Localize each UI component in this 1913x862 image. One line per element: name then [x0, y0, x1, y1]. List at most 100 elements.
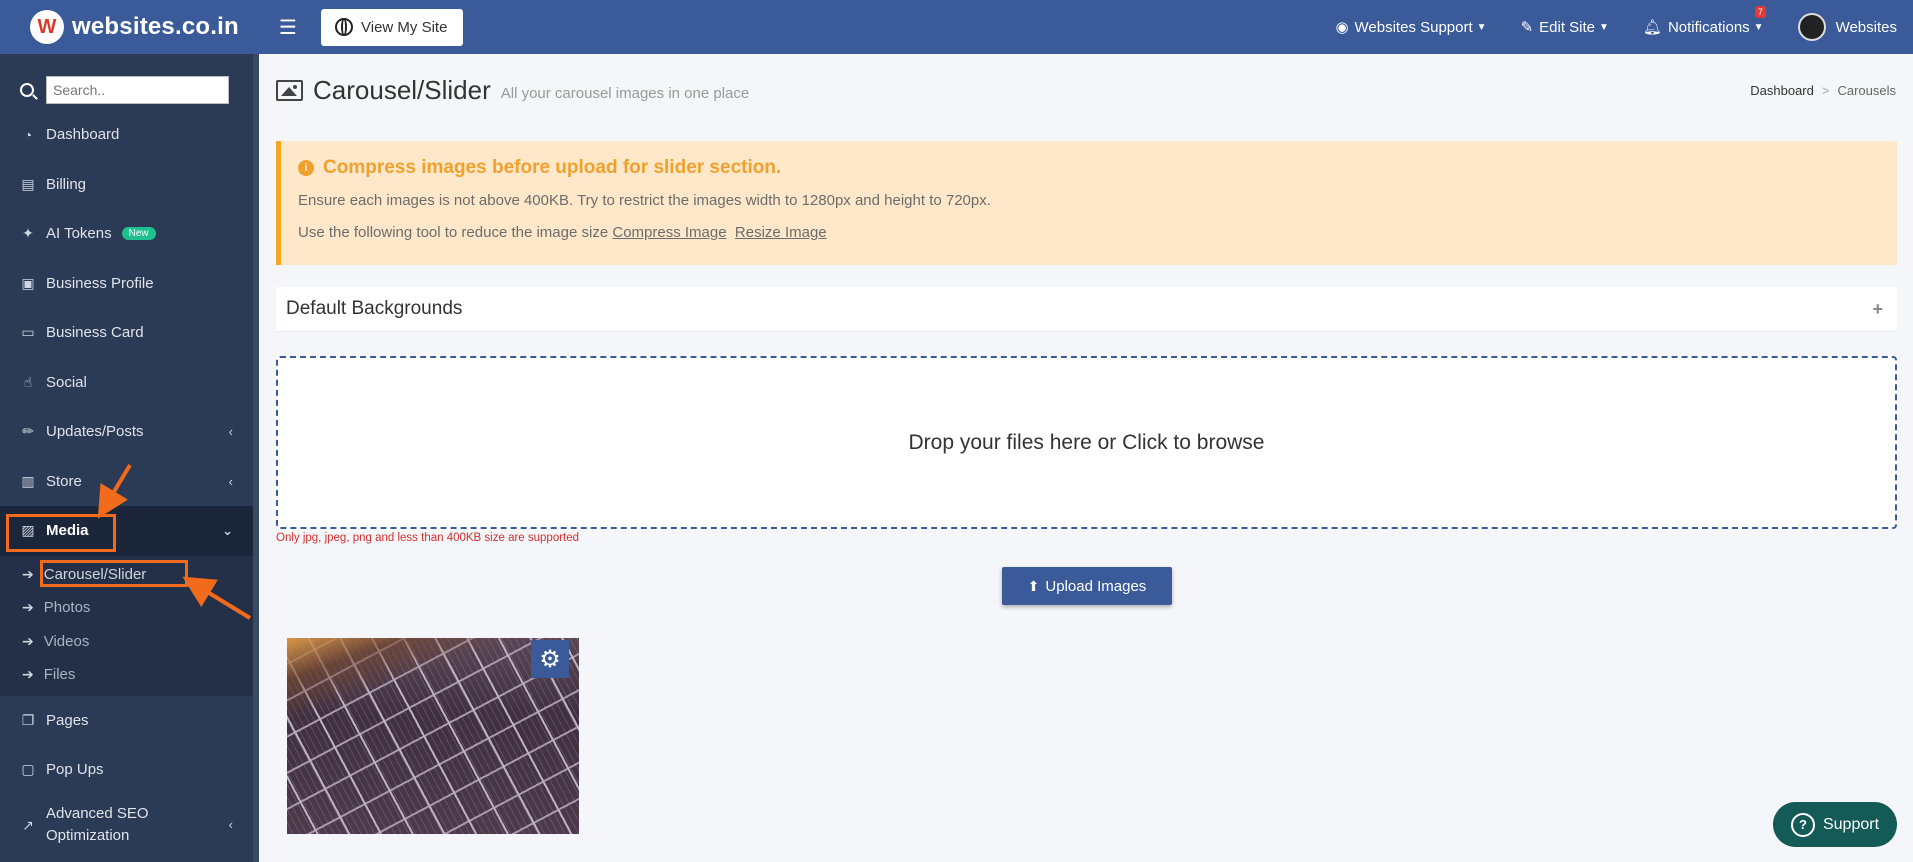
chevron-down-icon: ▼: [1599, 21, 1609, 33]
upload-icon: ⬆: [1027, 577, 1040, 594]
main-content: Carousel/Slider All your carousel images…: [259, 54, 1913, 862]
carousel-image-thumbnail[interactable]: ⚙: [287, 638, 579, 834]
alert-line-2-prefix: Use the following tool to reduce the ima…: [298, 224, 609, 241]
hamburger-menu-icon[interactable]: ☰: [273, 15, 303, 40]
support-label: Support: [1822, 815, 1880, 833]
view-my-site-button[interactable]: View My Site: [321, 8, 464, 46]
sidebar-search: [0, 54, 259, 110]
navbar-right: ◉ Websites Support ▼ ✎ Edit Site ▼ 🔔︎ No…: [1301, 0, 1913, 54]
pencil-icon: ✏: [22, 423, 34, 440]
sidebar-item-label: Pop Ups: [46, 761, 104, 779]
sidebar-item-label: Billing: [46, 175, 87, 193]
sidebar-item-label: Advanced SEO Optimization: [46, 804, 149, 844]
magic-wand-icon: ✦: [22, 225, 34, 242]
sidebar-subitem-files[interactable]: ➔ Files: [0, 658, 259, 692]
sidebar-subitem-videos[interactable]: ➔ Videos: [0, 625, 259, 659]
sidebar-item-billing[interactable]: ▤ Billing: [0, 160, 259, 210]
sidebar-subitem-label: Videos: [43, 632, 90, 650]
sidebar-item-business-card[interactable]: ▭ Business Card: [0, 308, 259, 358]
sidebar-subitem-label: Files: [43, 666, 76, 684]
sidebar: ◔ Dashboard ▤ Billing ✦ AI Tokens New ▣ Busin…: [0, 54, 259, 862]
sidebar-item-label: Social: [46, 373, 87, 391]
chevron-down-icon: ▼: [1753, 21, 1764, 33]
sidebar-item-label: Pages: [46, 711, 89, 729]
sidebar-item-store[interactable]: ▥ Store ‹: [0, 457, 259, 507]
trend-icon: ↗: [22, 816, 34, 833]
compress-warning-alert: i Compress images before upload for slid…: [276, 141, 1897, 265]
page-subtitle: All your carousel images in one place: [500, 84, 750, 102]
account-menu[interactable]: Websites: [1797, 13, 1897, 41]
file-dropzone[interactable]: Drop your files here or Click to browse: [276, 356, 1897, 529]
upload-images-label: Upload Images: [1045, 577, 1147, 595]
brand-logo: W: [30, 10, 64, 44]
chevron-left-icon: ‹: [228, 424, 233, 440]
upload-images-button[interactable]: ⬆ Upload Images: [1002, 567, 1172, 605]
new-badge: New: [121, 227, 156, 241]
sidebar-item-pages[interactable]: ❐ Pages: [0, 696, 259, 746]
sidebar-item-ai-tokens[interactable]: ✦ AI Tokens New: [0, 209, 259, 259]
edit-icon: ✎: [1520, 19, 1534, 36]
window-icon: ▢: [21, 761, 35, 778]
chevron-down-icon: ▼: [1476, 21, 1487, 33]
info-icon: i: [298, 160, 314, 176]
breadcrumb-current: Carousels: [1837, 82, 1896, 98]
media-highlight-box: [6, 514, 116, 552]
thumbs-up-icon: ☝: [23, 373, 33, 390]
account-label: Websites: [1835, 18, 1897, 36]
chevron-down-icon: ⌄: [222, 522, 233, 538]
alert-title: i Compress images before upload for slid…: [298, 157, 1897, 179]
search-icon: [20, 83, 34, 97]
breadcrumb-separator: >: [1821, 82, 1830, 98]
sidebar-subitem-label: Photos: [43, 599, 91, 617]
websites-support-menu[interactable]: ◉ Websites Support ▼: [1335, 18, 1487, 37]
user-circle-icon: ◉: [1335, 19, 1349, 36]
dashboard-icon: ◔: [23, 126, 33, 143]
alert-line-1: Ensure each images is not above 400KB. T…: [298, 192, 991, 209]
chevron-left-icon: ‹: [228, 816, 233, 832]
dropzone-note: Only jpg, jpeg, png and less than 400KB …: [276, 532, 580, 544]
sidebar-item-label: Dashboard: [46, 126, 120, 144]
breadcrumb: Dashboard > Carousels: [1750, 83, 1896, 98]
avatar: [1797, 13, 1826, 41]
sidebar-item-label: Updates/Posts: [46, 423, 144, 441]
sidebar-subitem-photos[interactable]: ➔ Photos: [0, 591, 259, 625]
sidebar-item-advanced-seo[interactable]: ↗ Advanced SEO Optimization ‹: [0, 795, 259, 855]
sidebar-item-dashboard[interactable]: ◔ Dashboard: [0, 110, 259, 160]
question-icon: ?: [1790, 812, 1815, 837]
sidebar-item-business-profile[interactable]: ▣ Business Profile: [0, 259, 259, 309]
gear-icon[interactable]: ⚙: [531, 640, 569, 678]
breadcrumb-dashboard[interactable]: Dashboard: [1750, 83, 1814, 98]
sidebar-item-pop-ups[interactable]: ▢ Pop Ups: [0, 745, 259, 795]
support-button[interactable]: ? Support: [1773, 802, 1897, 847]
store-icon: ▥: [21, 472, 35, 489]
chevron-left-icon: ‹: [228, 473, 233, 489]
id-card-icon: ▭: [21, 324, 35, 341]
default-backgrounds-accordion[interactable]: Default Backgrounds +: [276, 287, 1897, 332]
arrow-right-icon: ➔: [22, 599, 34, 616]
sidebar-item-label: Store: [46, 472, 82, 490]
globe-icon: [335, 18, 353, 36]
sidebar-item-label: Business Card: [46, 324, 144, 342]
websites-support-label: Websites Support: [1354, 18, 1473, 36]
dropzone-text: Drop your files here or Click to browse: [908, 430, 1265, 454]
sidebar-item-label: Business Profile: [46, 274, 154, 292]
image-icon: [276, 79, 303, 101]
arrow-right-icon: ➔: [22, 565, 34, 582]
brand[interactable]: W websites.co.in: [0, 0, 259, 54]
compress-image-link[interactable]: Compress Image: [612, 224, 726, 241]
edit-site-label: Edit Site: [1539, 18, 1596, 36]
plus-icon[interactable]: +: [1872, 299, 1883, 320]
sidebar-item-social[interactable]: ☝ Social: [0, 358, 259, 408]
alert-title-text: Compress images before upload for slider…: [323, 157, 782, 178]
notifications-menu[interactable]: 🔔︎ Notifications ▼ 7: [1643, 6, 1766, 36]
sidebar-item-updates-posts[interactable]: ✏ Updates/Posts ‹: [0, 407, 259, 457]
resize-image-link[interactable]: Resize Image: [735, 224, 827, 241]
top-navbar: W websites.co.in ☰ View My Site ◉ Websit…: [0, 0, 1913, 54]
sidebar-item-label: AI Tokens: [46, 225, 112, 243]
search-input[interactable]: [46, 76, 229, 104]
arrow-right-icon: ➔: [22, 666, 34, 683]
notification-count-badge: 7: [1754, 6, 1766, 18]
notifications-label: Notifications: [1667, 18, 1750, 36]
carousel-highlight-box: [40, 560, 188, 587]
edit-site-menu[interactable]: ✎ Edit Site ▼: [1520, 18, 1609, 37]
